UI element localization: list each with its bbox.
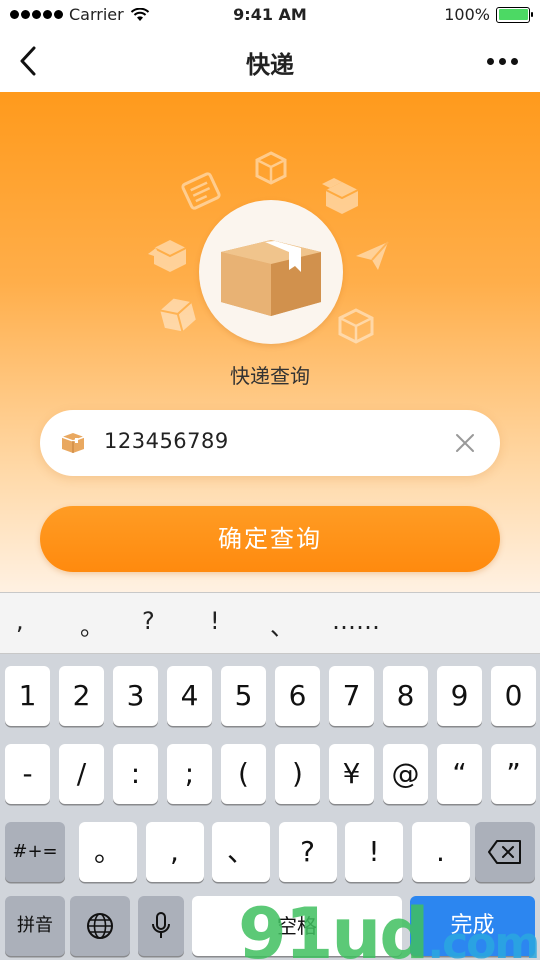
tracking-number-field[interactable]: 123456789 — [40, 410, 500, 476]
more-menu-icon[interactable] — [487, 58, 518, 65]
hero-banner: 快递查询 123456789 确定查询 — [0, 92, 540, 592]
digit-key-0[interactable]: 1 — [5, 666, 50, 726]
punct-key-4[interactable]: ! — [345, 822, 403, 882]
digit-key-label: 3 — [126, 679, 145, 712]
punct-key-3[interactable]: ? — [278, 822, 337, 882]
site-watermark: 91ud.com — [238, 893, 540, 960]
symbol-key-0[interactable]: - — [5, 744, 50, 804]
small-box-icon — [255, 151, 287, 185]
digit-key-label: 1 — [18, 679, 37, 712]
punctuation-bar: , 。 ? ! 、 …… — [0, 592, 540, 654]
digit-key-label: 9 — [450, 679, 469, 712]
symbol-key-9[interactable]: ” — [491, 744, 536, 804]
digit-key-label: 4 — [180, 679, 199, 712]
symbol-key-5[interactable]: ) — [275, 744, 320, 804]
backspace-icon — [488, 840, 521, 864]
symbol-key-4[interactable]: ( — [221, 744, 266, 804]
punct-ellipsis[interactable]: …… — [332, 607, 380, 635]
symbol-key-label: ” — [506, 757, 521, 790]
symbol-key-label: ; — [184, 757, 195, 790]
package-icon-left — [160, 298, 196, 332]
backspace-key[interactable] — [475, 822, 535, 882]
symbol-key-3[interactable]: ; — [167, 744, 212, 804]
digit-key-label: 2 — [72, 679, 91, 712]
watermark-suffix: .com — [427, 918, 540, 960]
symbol-key-1[interactable]: / — [59, 744, 104, 804]
punct-key-label: ? — [300, 835, 315, 868]
parcel-box-icon — [221, 240, 321, 316]
microphone-key[interactable] — [138, 896, 184, 956]
battery-percent: 100% — [444, 5, 490, 24]
punct-question[interactable]: ? — [142, 607, 155, 635]
punct-key-0[interactable]: 。 — [79, 822, 137, 882]
digit-key-5[interactable]: 6 — [275, 666, 320, 726]
package-icon — [61, 433, 85, 453]
status-bar: Carrier 9:41 AM 100% — [0, 0, 540, 30]
digit-key-2[interactable]: 3 — [113, 666, 158, 726]
digit-key-label: 7 — [342, 679, 361, 712]
symbol-key-label: ) — [292, 757, 303, 790]
digit-key-4[interactable]: 5 — [221, 666, 266, 726]
parcel-badge — [199, 200, 343, 344]
digit-key-1[interactable]: 2 — [59, 666, 104, 726]
battery-group: 100% — [444, 5, 533, 24]
symbol-key-label: ¥ — [342, 757, 361, 790]
tracking-number-value[interactable]: 123456789 — [104, 429, 229, 453]
symbol-key-7[interactable]: @ — [383, 744, 428, 804]
symbol-key-2[interactable]: : — [113, 744, 158, 804]
digit-key-9[interactable]: 0 — [491, 666, 536, 726]
hero-label: 快递查询 — [230, 364, 310, 388]
symbol-key-8[interactable]: “ — [437, 744, 482, 804]
punct-key-label: , — [170, 835, 179, 868]
digit-key-3[interactable]: 4 — [167, 666, 212, 726]
digit-key-6[interactable]: 7 — [329, 666, 374, 726]
symbol-key-label: “ — [452, 757, 467, 790]
clear-icon[interactable] — [454, 432, 476, 454]
digit-key-label: 8 — [396, 679, 415, 712]
symbol-key-label: @ — [391, 757, 420, 790]
punct-comma[interactable]: , — [16, 607, 24, 635]
nav-bar: 快递 — [0, 30, 540, 92]
confirm-query-button[interactable]: 确定查询 — [40, 506, 500, 572]
globe-key[interactable] — [70, 896, 130, 956]
punct-key-label: . — [436, 835, 445, 868]
digit-key-label: 6 — [288, 679, 307, 712]
punct-dunhao[interactable]: 、 — [270, 607, 294, 642]
battery-icon — [496, 6, 533, 23]
punct-key-label: ! — [368, 835, 380, 868]
microphone-icon — [152, 912, 170, 938]
globe-icon — [87, 913, 113, 939]
punct-key-2[interactable]: 、 — [212, 822, 270, 882]
punct-key-label: 、 — [226, 835, 255, 868]
punct-key-label: 。 — [93, 835, 122, 868]
pinyin-key[interactable]: 拼音 — [5, 896, 65, 956]
page-title: 快递 — [246, 51, 294, 79]
punct-exclamation[interactable]: ! — [210, 607, 220, 635]
symbols-key[interactable]: #+= — [5, 822, 65, 882]
watermark-text: 91ud — [238, 893, 429, 960]
digit-key-8[interactable]: 9 — [437, 666, 482, 726]
digit-key-label: 0 — [504, 679, 523, 712]
digit-key-label: 5 — [234, 679, 253, 712]
open-box-left-icon — [148, 240, 187, 272]
symbol-key-label: ( — [238, 757, 249, 790]
paper-plane-icon — [356, 241, 389, 270]
punct-key-1[interactable]: , — [145, 822, 204, 882]
symbol-key-label: : — [130, 757, 141, 790]
symbol-key-6[interactable]: ¥ — [329, 744, 374, 804]
punct-period[interactable]: 。 — [80, 607, 104, 642]
symbol-key-label: - — [22, 757, 33, 790]
digit-key-7[interactable]: 8 — [383, 666, 428, 726]
punct-key-5[interactable]: . — [411, 822, 470, 882]
symbol-key-label: / — [76, 757, 87, 790]
